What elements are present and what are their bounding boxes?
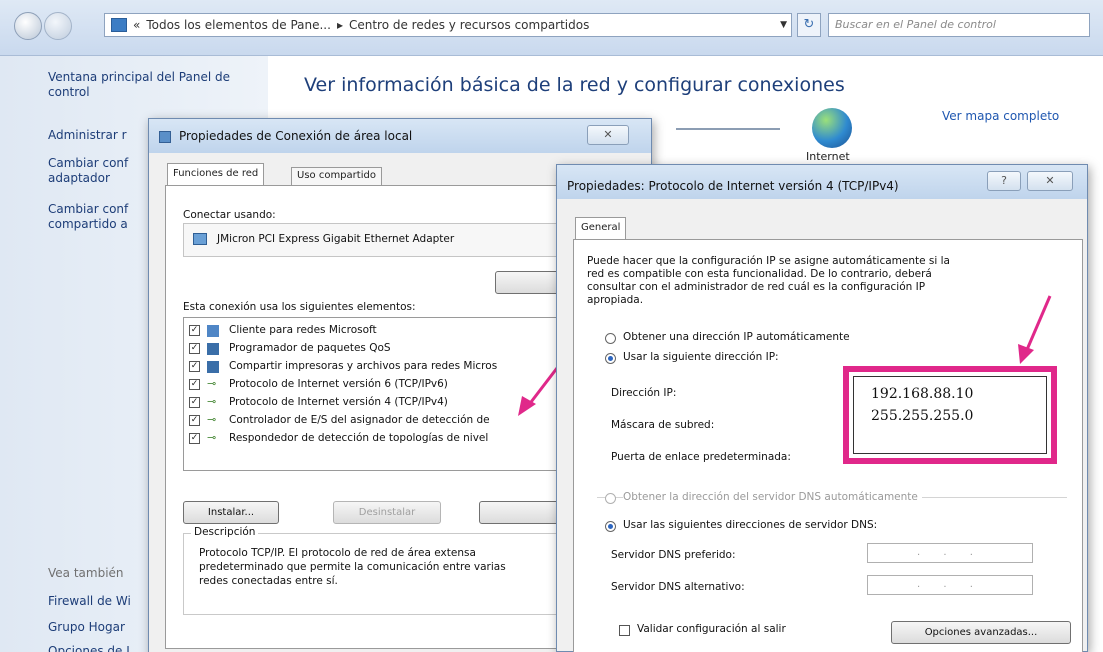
homegroup-link[interactable]: Grupo Hogar — [48, 620, 125, 634]
item-label: Respondedor de detección de topologías d… — [229, 432, 489, 444]
change-adapter-link[interactable]: Cambiar conf adaptador — [48, 156, 138, 186]
intro-line-3: consultar con el administrador de red cu… — [587, 281, 926, 293]
manual-dns-label[interactable]: Usar las siguientes direcciones de servi… — [623, 519, 877, 531]
advanced-options-button[interactable]: Opciones avanzadas... — [891, 621, 1071, 644]
network-icon — [159, 131, 171, 143]
tab-network-functions[interactable]: Funciones de red — [167, 163, 265, 185]
description-line-2: predeterminado que permite la comunicaci… — [199, 561, 506, 573]
auto-dns-radio[interactable] — [605, 493, 616, 504]
intro-line-4: apropiada. — [587, 294, 644, 306]
item-label: Compartir impresoras y archivos para red… — [229, 360, 498, 372]
item-checkbox[interactable]: ✓ — [189, 361, 200, 372]
manual-ip-label[interactable]: Usar la siguiente dirección IP: — [623, 351, 779, 363]
ip-address-value[interactable]: 192.168.88.10 — [871, 386, 973, 402]
validate-label[interactable]: Validar configuración al salir — [637, 623, 786, 635]
explorer-toolbar: « Todos los elementos de Pane... ▸ Centr… — [0, 0, 1103, 56]
intro-line-1: Puede hacer que la configuración IP se a… — [587, 255, 950, 267]
search-input[interactable]: Buscar en el Panel de control — [828, 13, 1090, 37]
description-label: Descripción — [191, 526, 259, 538]
subnet-mask-label: Máscara de subred: — [611, 419, 715, 431]
forward-button[interactable] — [44, 12, 72, 40]
auto-ip-radio[interactable] — [605, 333, 616, 344]
auto-dns-label[interactable]: Obtener la dirección del servidor DNS au… — [623, 491, 922, 503]
protocol-icon: ⊸ — [207, 431, 217, 444]
install-button[interactable]: Instalar... — [183, 501, 279, 524]
item-label: Protocolo de Internet versión 6 (TCP/IPv… — [229, 378, 448, 390]
uninstall-button[interactable]: Desinstalar — [333, 501, 441, 524]
validate-checkbox[interactable] — [619, 625, 630, 636]
breadcrumb-network-center[interactable]: Centro de redes y recursos compartidos — [349, 14, 589, 36]
item-checkbox[interactable]: ✓ — [189, 433, 200, 444]
help-button[interactable]: ? — [987, 171, 1021, 191]
auto-ip-label[interactable]: Obtener una dirección IP automáticamente — [623, 331, 850, 343]
tab-sharing[interactable]: Uso compartido — [291, 167, 382, 185]
ip-address-label: Dirección IP: — [611, 387, 677, 399]
item-label: Programador de paquetes QoS — [229, 342, 391, 354]
address-bar[interactable]: « Todos los elementos de Pane... ▸ Centr… — [104, 13, 792, 37]
item-checkbox[interactable]: ✓ — [189, 415, 200, 426]
elements-label: Esta conexión usa los siguientes element… — [183, 301, 416, 313]
item-label: Cliente para redes Microsoft — [229, 324, 377, 336]
network-line — [676, 128, 780, 130]
item-label: Controlador de E/S del asignador de dete… — [229, 414, 490, 426]
ipv4-dialog-title: Propiedades: Protocolo de Internet versi… — [567, 179, 899, 193]
firewall-link[interactable]: Firewall de Wi — [48, 594, 131, 608]
breadcrumb-separator[interactable]: ▸ — [337, 14, 343, 36]
tab-general[interactable]: General — [575, 217, 627, 239]
intro-line-2: red es compatible con esta funcionalidad… — [587, 268, 932, 280]
item-label: Protocolo de Internet versión 4 (TCP/IPv… — [229, 396, 448, 408]
description-line-1: Protocolo TCP/IP. El protocolo de red de… — [199, 547, 476, 559]
breadcrumb-all-items[interactable]: Todos los elementos de Pane... — [146, 14, 331, 36]
lan-dialog-title: Propiedades de Conexión de área local — [179, 129, 413, 143]
internet-globe-icon[interactable] — [812, 108, 852, 148]
annotation-arrow-ip — [1018, 295, 1052, 364]
adapter-icon — [193, 233, 207, 245]
ipv4-close-button[interactable]: ✕ — [1027, 171, 1073, 191]
back-button[interactable] — [14, 12, 42, 40]
ip-highlight-box: 192.168.88.10 255.255.255.0 — [843, 366, 1057, 464]
manual-ip-radio[interactable] — [605, 353, 616, 364]
see-also-heading: Vea también — [48, 566, 124, 580]
protocol-icon: ⊸ — [207, 395, 217, 408]
manage-link[interactable]: Administrar r — [48, 128, 127, 143]
item-checkbox[interactable]: ✓ — [189, 397, 200, 408]
subnet-mask-value[interactable]: 255.255.255.0 — [871, 408, 973, 424]
description-line-3: redes conectadas entre sí. — [199, 575, 338, 587]
item-checkbox[interactable]: ✓ — [189, 325, 200, 336]
printer-sharing-icon — [207, 361, 219, 373]
gateway-label: Puerta de enlace predeterminada: — [611, 451, 791, 463]
item-checkbox[interactable]: ✓ — [189, 343, 200, 354]
adapter-name: JMicron PCI Express Gigabit Ethernet Ada… — [217, 233, 455, 245]
view-full-map-link[interactable]: Ver mapa completo — [942, 109, 1059, 123]
change-sharing-link[interactable]: Cambiar conf compartido a — [48, 202, 148, 232]
qos-icon — [207, 343, 219, 355]
manual-dns-radio[interactable] — [605, 521, 616, 532]
client-icon — [207, 325, 219, 337]
connect-using-label: Conectar usando: — [183, 209, 276, 221]
address-dropdown-icon[interactable]: ▼ — [780, 14, 787, 36]
protocol-icon: ⊸ — [207, 377, 217, 390]
alternate-dns-label: Servidor DNS alternativo: — [611, 581, 745, 593]
refresh-icon[interactable]: ↻ — [797, 13, 821, 37]
lan-close-button[interactable]: ✕ — [587, 125, 629, 145]
alternate-dns-input[interactable]: . . . — [867, 575, 1033, 595]
address-prefix: « — [133, 18, 141, 32]
page-title: Ver información básica de la red y confi… — [304, 74, 845, 96]
protocol-icon: ⊸ — [207, 413, 217, 426]
control-panel-icon — [111, 18, 127, 32]
preferred-dns-input[interactable]: . . . — [867, 543, 1033, 563]
internet-label: Internet — [806, 150, 850, 163]
item-checkbox[interactable]: ✓ — [189, 379, 200, 390]
preferred-dns-label: Servidor DNS preferido: — [611, 549, 736, 561]
control-panel-home-link[interactable]: Ventana principal del Panel de control — [48, 70, 248, 100]
internet-options-link[interactable]: Opciones de I — [48, 644, 130, 652]
